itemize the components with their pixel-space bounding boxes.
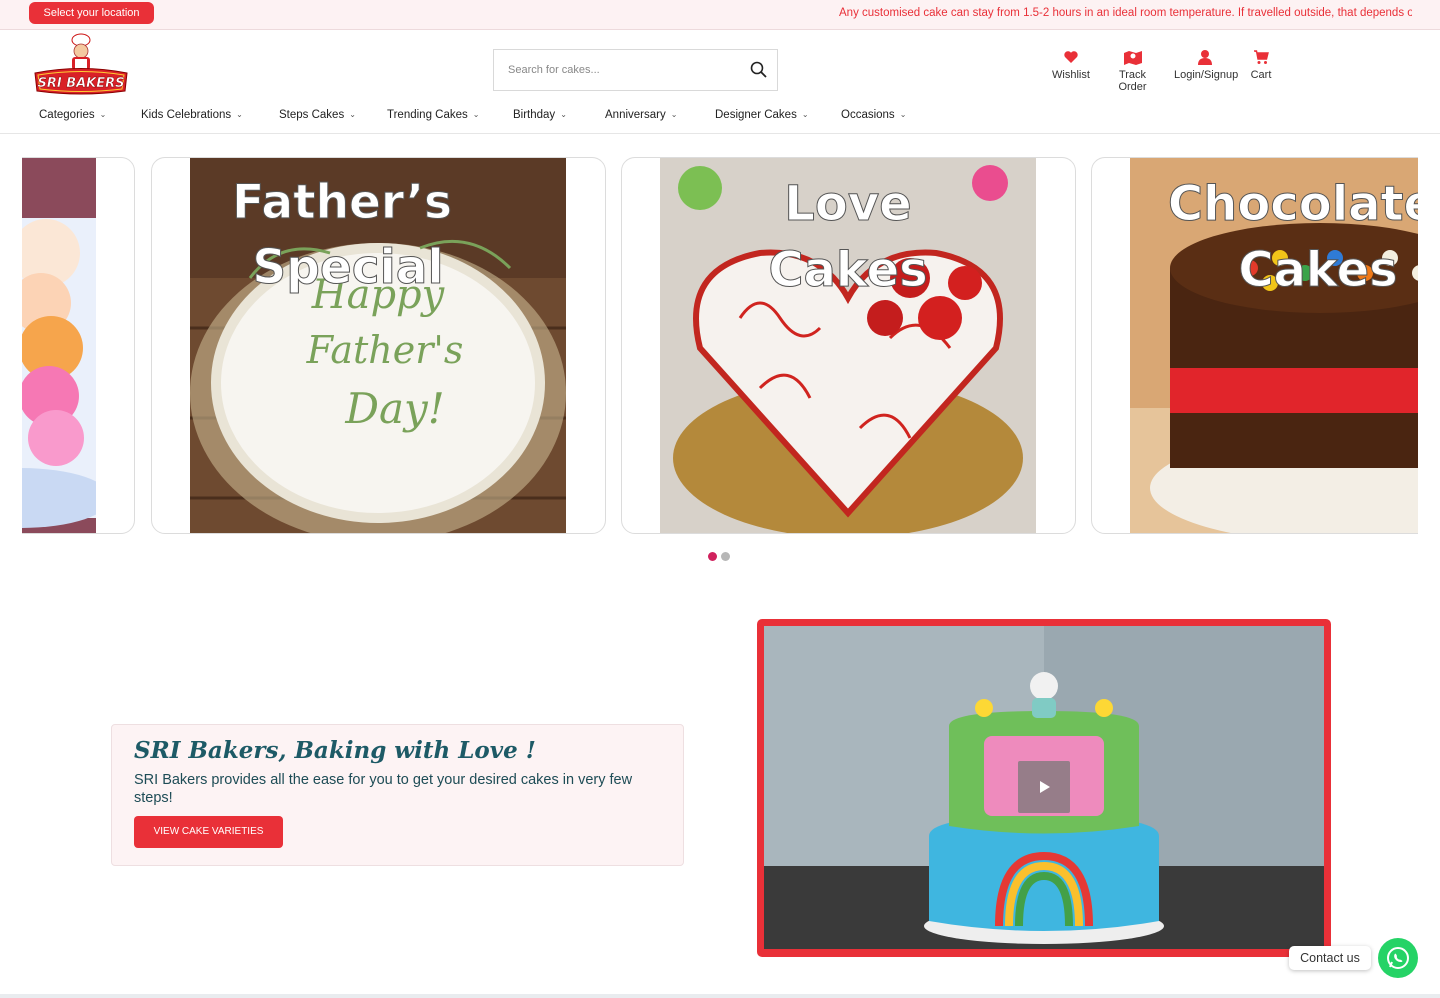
heart-cake-image: Love Cakes	[660, 158, 1036, 533]
nav-item-designer-cakes[interactable]: Designer Cakes ⌄	[715, 109, 809, 121]
nav-item-kids-celebrations[interactable]: Kids Celebrations ⌄	[141, 109, 243, 121]
svg-text:Day!: Day!	[344, 384, 444, 433]
svg-text:Cakes: Cakes	[1238, 242, 1397, 298]
chevron-down-icon: ⌄	[801, 110, 809, 119]
chevron-down-icon: ⌄	[349, 110, 356, 119]
nav-item-steps-cakes[interactable]: Steps Cakes ⌄	[279, 109, 356, 121]
carousel-dots	[708, 548, 734, 566]
svg-text:Father's: Father's	[306, 328, 464, 372]
video-play-button[interactable]	[1018, 761, 1070, 813]
chevron-down-icon: ⌄	[472, 110, 480, 119]
chevron-down-icon: ⌄	[560, 110, 567, 119]
carousel-dot[interactable]	[721, 552, 730, 561]
sri-bakers-logo[interactable]: SRI BAKERS	[31, 33, 131, 96]
nav-item-trending-cakes[interactable]: Trending Cakes ⌄	[387, 109, 479, 121]
fathers-day-cake-image: Happy Father's Day! Father’s Special	[190, 158, 566, 533]
announcement-marquee: Any customised cake can stay from 1.5-2 …	[839, 7, 1412, 19]
carousel-slide-partial[interactable]	[22, 157, 135, 534]
contact-us-label[interactable]: Contact us	[1289, 946, 1371, 970]
svg-text:Father’s: Father’s	[232, 175, 452, 230]
wishlist-label: Wishlist	[1052, 69, 1090, 81]
promo-text: SRI Bakers provides all the ease for you…	[134, 772, 633, 806]
promo-title: SRI Bakers, Baking with Love !	[134, 737, 536, 764]
carousel-slide-fathers-special[interactable]: Happy Father's Day! Father’s Special	[151, 157, 606, 534]
site-header: SRI BAKERS Wishlist Track Order Login/Si…	[0, 31, 1440, 103]
carousel-slide-love-cakes[interactable]: Love Cakes	[621, 157, 1076, 534]
nav-item-occasions[interactable]: Occasions ⌄	[841, 109, 906, 121]
carousel-slide-chocolate-cakes[interactable]: Chocolate Cakes	[1091, 157, 1418, 534]
whatsapp-button[interactable]	[1378, 938, 1418, 978]
footer-edge	[0, 994, 1440, 998]
banner-carousel[interactable]: Happy Father's Day! Father’s Special Lov…	[22, 157, 1418, 535]
svg-text:Special: Special	[252, 240, 443, 295]
nav-item-birthday[interactable]: Birthday ⌄	[513, 109, 567, 121]
video-player[interactable]	[764, 626, 1324, 949]
select-location-button[interactable]: Select your location	[29, 2, 154, 24]
main-navigation: Categories ⌄ Kids Celebrations ⌄ Steps Cak…	[0, 103, 1440, 134]
chevron-down-icon: ⌄	[236, 110, 243, 119]
svg-text:Chocolate: Chocolate	[1168, 176, 1418, 232]
flower-cake-image	[22, 158, 96, 533]
view-cake-varieties-button[interactable]: VIEW CAKE VARIETIES	[134, 816, 283, 848]
shopping-cart-icon	[1254, 50, 1269, 64]
whatsapp-icon	[1387, 947, 1409, 969]
carousel-dot-active[interactable]	[708, 552, 717, 561]
chocolate-cake-image: Chocolate Cakes	[1130, 158, 1418, 533]
chevron-down-icon: ⌄	[670, 110, 678, 119]
cart-label: Cart	[1250, 69, 1272, 81]
search-icon[interactable]	[749, 60, 769, 80]
heart-icon	[1064, 51, 1078, 63]
svg-text:SRI BAKERS: SRI BAKERS	[37, 76, 124, 91]
search-box	[493, 49, 778, 91]
nav-item-anniversary[interactable]: Anniversary ⌄	[605, 109, 677, 121]
nav-item-categories[interactable]: Categories ⌄	[39, 109, 106, 121]
chevron-down-icon: ⌄	[899, 110, 907, 119]
login-signup-label: Login/Signup	[1174, 69, 1239, 81]
track-order-link[interactable]: Track Order	[1104, 49, 1161, 93]
cart-link[interactable]: Cart	[1249, 49, 1273, 81]
svg-text:Love: Love	[784, 176, 911, 232]
top-announcement-bar: Select your location Any customised cake…	[0, 0, 1440, 30]
promo-card: SRI Bakers, Baking with Love ! SRI Baker…	[111, 724, 684, 866]
search-input[interactable]	[494, 50, 739, 90]
play-icon	[1040, 781, 1050, 793]
wishlist-link[interactable]: Wishlist	[1051, 49, 1091, 81]
video-frame	[757, 619, 1331, 957]
login-signup-link[interactable]: Login/Signup	[1174, 49, 1239, 81]
svg-text:Cakes: Cakes	[768, 242, 927, 298]
chevron-down-icon: ⌄	[99, 110, 107, 119]
user-icon	[1198, 50, 1212, 65]
map-marker-icon	[1123, 51, 1142, 65]
track-order-label: Track Order	[1118, 69, 1147, 93]
